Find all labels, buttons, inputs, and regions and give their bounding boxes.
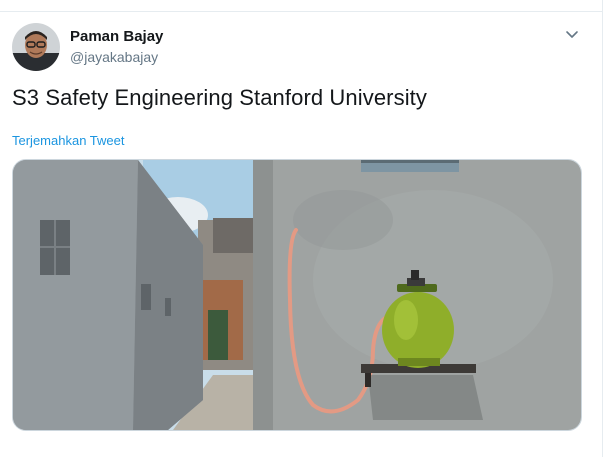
tweet-text: S3 Safety Engineering Stanford Universit… — [12, 85, 427, 110]
author-name[interactable]: Paman Bajay — [70, 28, 163, 45]
translate-tweet-link[interactable]: Terjemahkan Tweet — [12, 133, 125, 148]
avatar[interactable] — [12, 23, 60, 71]
chevron-down-icon[interactable] — [562, 27, 582, 43]
tweet-photo[interactable] — [12, 159, 582, 431]
divider — [0, 11, 603, 12]
author-handle[interactable]: @jayakabajay — [70, 49, 158, 65]
